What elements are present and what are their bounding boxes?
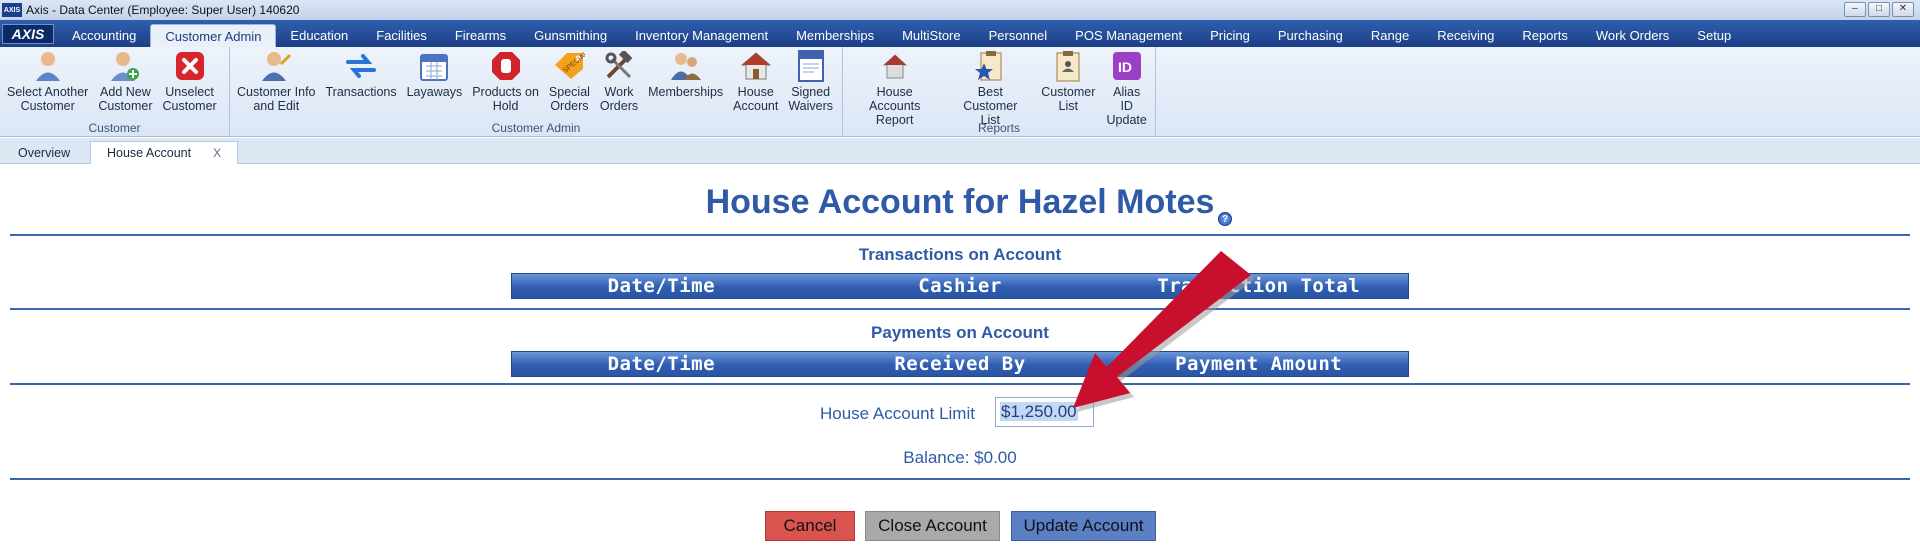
- divider: [10, 383, 1910, 385]
- house-account-limit-input[interactable]: $1,250.00: [995, 397, 1094, 427]
- menu-tab-customer-admin[interactable]: Customer Admin: [150, 24, 277, 47]
- minimize-button[interactable]: –: [1844, 2, 1866, 17]
- close-account-button[interactable]: Close Account: [865, 511, 1000, 541]
- person-edit-icon: [259, 49, 293, 83]
- tab-house-account[interactable]: House Account X: [90, 141, 239, 164]
- app-logo-icon: AXIS: [2, 3, 22, 17]
- limit-value: $1,250.00: [1000, 402, 1078, 421]
- window-title-bar: AXIS Axis - Data Center (Employee: Super…: [0, 0, 1920, 20]
- menu-tab-firearms[interactable]: Firearms: [441, 24, 520, 47]
- window-title: Axis - Data Center (Employee: Super User…: [26, 3, 300, 17]
- transactions-section-title: Transactions on Account: [858, 245, 1062, 264]
- tab-overview[interactable]: Overview: [2, 141, 86, 164]
- column-header[interactable]: Date/Time: [512, 352, 811, 376]
- payments-table-header: Date/Time Received By Payment Amount: [511, 351, 1409, 377]
- ribbon-group-reports: House Accounts Report Best Customer List…: [843, 47, 1156, 137]
- ribbon-group-customer: Select Another Customer Add New Customer…: [0, 47, 230, 137]
- column-header[interactable]: Date/Time: [512, 274, 811, 298]
- balance-text: Balance: $0.00: [903, 448, 1017, 467]
- house-report-icon: [878, 49, 912, 83]
- divider: [10, 308, 1910, 310]
- close-window-button[interactable]: ✕: [1892, 2, 1914, 17]
- column-header[interactable]: Transaction Total: [1109, 274, 1408, 298]
- transactions-table-header: Date/Time Cashier Transaction Total: [511, 273, 1409, 299]
- menu-tab-purchasing[interactable]: Purchasing: [1264, 24, 1357, 47]
- menu-tab-facilities[interactable]: Facilities: [362, 24, 441, 47]
- ribbon-group-label: Reports: [977, 121, 1021, 135]
- help-icon[interactable]: ?: [1218, 212, 1232, 226]
- close-tab-icon[interactable]: X: [213, 146, 221, 160]
- menu-tab-pricing[interactable]: Pricing: [1196, 24, 1264, 47]
- transfer-arrows-icon: [344, 49, 378, 83]
- menu-tab-receiving[interactable]: Receiving: [1423, 24, 1508, 47]
- menu-tab-memberships[interactable]: Memberships: [782, 24, 888, 47]
- menu-tab-reports[interactable]: Reports: [1508, 24, 1582, 47]
- page-title: House Account for Hazel Motes: [705, 183, 1215, 221]
- column-header[interactable]: Received By: [811, 352, 1110, 376]
- menu-tab-setup[interactable]: Setup: [1683, 24, 1745, 47]
- divider: [10, 234, 1910, 236]
- stop-hand-icon: [489, 49, 523, 83]
- calendar-icon: [417, 49, 451, 83]
- waiver-doc-icon: [794, 49, 828, 83]
- payments-section-title: Payments on Account: [871, 323, 1049, 342]
- cancel-button[interactable]: Cancel: [765, 511, 855, 541]
- special-tag-icon: SPECIAL: [552, 49, 586, 83]
- star-list-icon: [973, 49, 1007, 83]
- people-icon: [669, 49, 703, 83]
- tab-label: House Account: [107, 146, 192, 160]
- menu-tab-pos-management[interactable]: POS Management: [1061, 24, 1196, 47]
- ribbon-group-label: Customer Admin: [491, 121, 581, 135]
- maximize-button[interactable]: □: [1868, 2, 1890, 17]
- axis-brand-logo: AXIS: [2, 24, 54, 44]
- column-header[interactable]: Payment Amount: [1109, 352, 1408, 376]
- house-account-panel: House Account for Hazel Motes ? Transact…: [0, 165, 1920, 555]
- tools-icon: [602, 49, 636, 83]
- divider: [10, 478, 1910, 480]
- red-x-icon: [173, 49, 207, 83]
- ribbon-group-customer-admin: Customer Info and Edit Transactions Laya…: [230, 47, 843, 137]
- menu-bar: AXIS Accounting Customer Admin Education…: [0, 20, 1920, 47]
- menu-tab-work-orders[interactable]: Work Orders: [1582, 24, 1683, 47]
- clipboard-list-icon: [1051, 49, 1085, 83]
- menu-tab-personnel[interactable]: Personnel: [975, 24, 1062, 47]
- person-add-icon: [108, 49, 142, 83]
- person-select-icon: [31, 49, 65, 83]
- menu-tab-gunsmithing[interactable]: Gunsmithing: [520, 24, 621, 47]
- window-controls: – □ ✕: [1844, 2, 1914, 17]
- id-badge-icon: ID: [1110, 49, 1144, 83]
- svg-text:ID: ID: [1118, 59, 1132, 75]
- menu-tab-range[interactable]: Range: [1357, 24, 1423, 47]
- house-account-limit-label: House Account Limit: [820, 404, 975, 423]
- menu-tab-accounting[interactable]: Accounting: [58, 24, 150, 47]
- update-account-button[interactable]: Update Account: [1011, 511, 1156, 541]
- document-tabs: Overview House Account X: [0, 138, 1920, 164]
- ribbon-group-label: Customer: [88, 121, 141, 135]
- menu-tab-multistore[interactable]: MultiStore: [888, 24, 975, 47]
- house-icon: [739, 49, 773, 83]
- menu-tab-inventory-management[interactable]: Inventory Management: [621, 24, 782, 47]
- menu-tab-education[interactable]: Education: [276, 24, 362, 47]
- column-header[interactable]: Cashier: [811, 274, 1110, 298]
- ribbon-toolbar: Select Another Customer Add New Customer…: [0, 47, 1920, 137]
